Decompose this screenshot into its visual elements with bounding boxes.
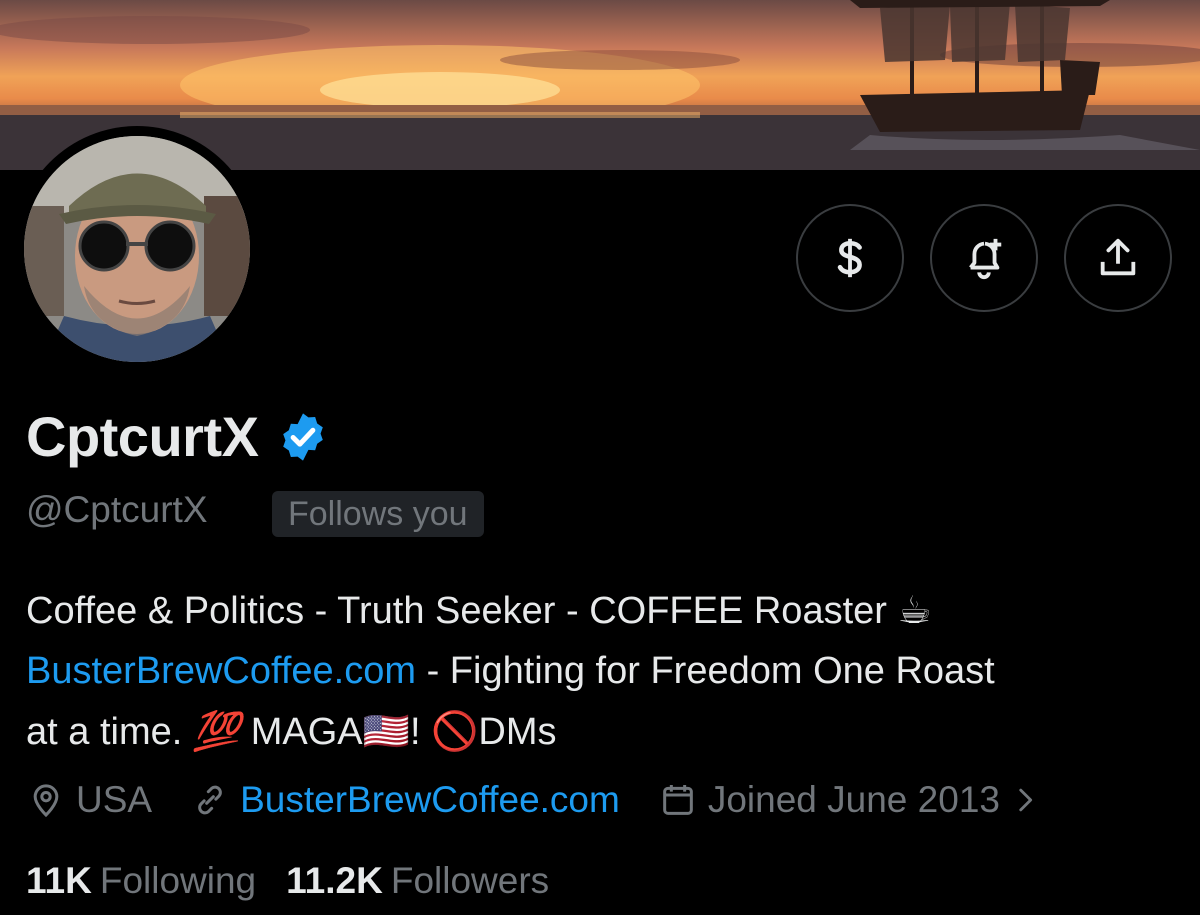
bio-line-2: BusterBrewCoffee.com - Fighting for Free… xyxy=(26,641,1176,701)
location-item: USA xyxy=(26,779,152,821)
bio-text: MAGA xyxy=(240,711,363,753)
dollar-icon xyxy=(837,238,862,278)
calendar-icon xyxy=(663,785,693,815)
share-icon xyxy=(1100,238,1136,276)
joined-item[interactable]: Joined June 2013 xyxy=(658,779,1052,821)
following-label: Following xyxy=(99,860,257,901)
location-text: USA xyxy=(76,779,153,820)
hundred-emoji: 💯 xyxy=(192,709,241,753)
bio-text: Coffee & Politics - Truth Seeker - COFFE… xyxy=(26,590,887,632)
followers-count: 11.2K xyxy=(286,860,383,901)
bio-text: at a time. xyxy=(26,711,193,753)
bell-plus-icon xyxy=(969,238,1002,280)
chevron-right-icon xyxy=(1019,788,1033,812)
link-icon xyxy=(198,785,222,815)
verified-badge-icon[interactable] xyxy=(276,410,330,464)
display-name-text: CptcurtX xyxy=(26,405,259,468)
bio-text: - Fighting for Freedom One Roast xyxy=(416,650,995,692)
follows-you-badge: Follows you xyxy=(272,491,484,537)
location-pin-icon xyxy=(33,784,59,818)
joined-text: Joined June 2013 xyxy=(707,779,1000,820)
website-link[interactable]: BusterBrewCoffee.com xyxy=(240,779,620,821)
website-item[interactable]: BusterBrewCoffee.com xyxy=(190,779,620,821)
bio-line-3: at a time. 💯 MAGA🇺🇸! 🚫DMs xyxy=(26,701,1176,762)
followers-label: Followers xyxy=(390,860,550,901)
bio-link[interactable]: BusterBrewCoffee.com xyxy=(26,650,416,692)
notify-button[interactable] xyxy=(930,204,1038,312)
avatar[interactable] xyxy=(24,136,250,362)
avatar-photo xyxy=(24,136,250,362)
share-button[interactable] xyxy=(1064,204,1172,312)
bio-line-1: Coffee & Politics - Truth Seeker - COFFE… xyxy=(26,580,1176,641)
following-count: 11K xyxy=(26,860,92,901)
display-name: CptcurtX xyxy=(26,404,330,469)
bio-text: DMs xyxy=(478,711,557,753)
tip-button[interactable] xyxy=(796,204,904,312)
coffee-emoji: ☕ xyxy=(897,588,932,632)
followers-stat[interactable]: 11.2K Followers xyxy=(286,860,549,902)
bio: Coffee & Politics - Truth Seeker - COFFE… xyxy=(26,580,1176,762)
follow-stats: 11K Following 11.2K Followers xyxy=(26,860,579,902)
handle: @CptcurtX xyxy=(26,489,208,530)
following-stat[interactable]: 11K Following xyxy=(26,860,256,902)
profile-meta: USA BusterBrewCoffee.com Joined June 201… xyxy=(26,775,1090,825)
bio-text: ! xyxy=(409,711,432,753)
prohibited-emoji: 🚫 xyxy=(431,709,479,753)
us-flag-emoji: 🇺🇸 xyxy=(362,709,410,753)
